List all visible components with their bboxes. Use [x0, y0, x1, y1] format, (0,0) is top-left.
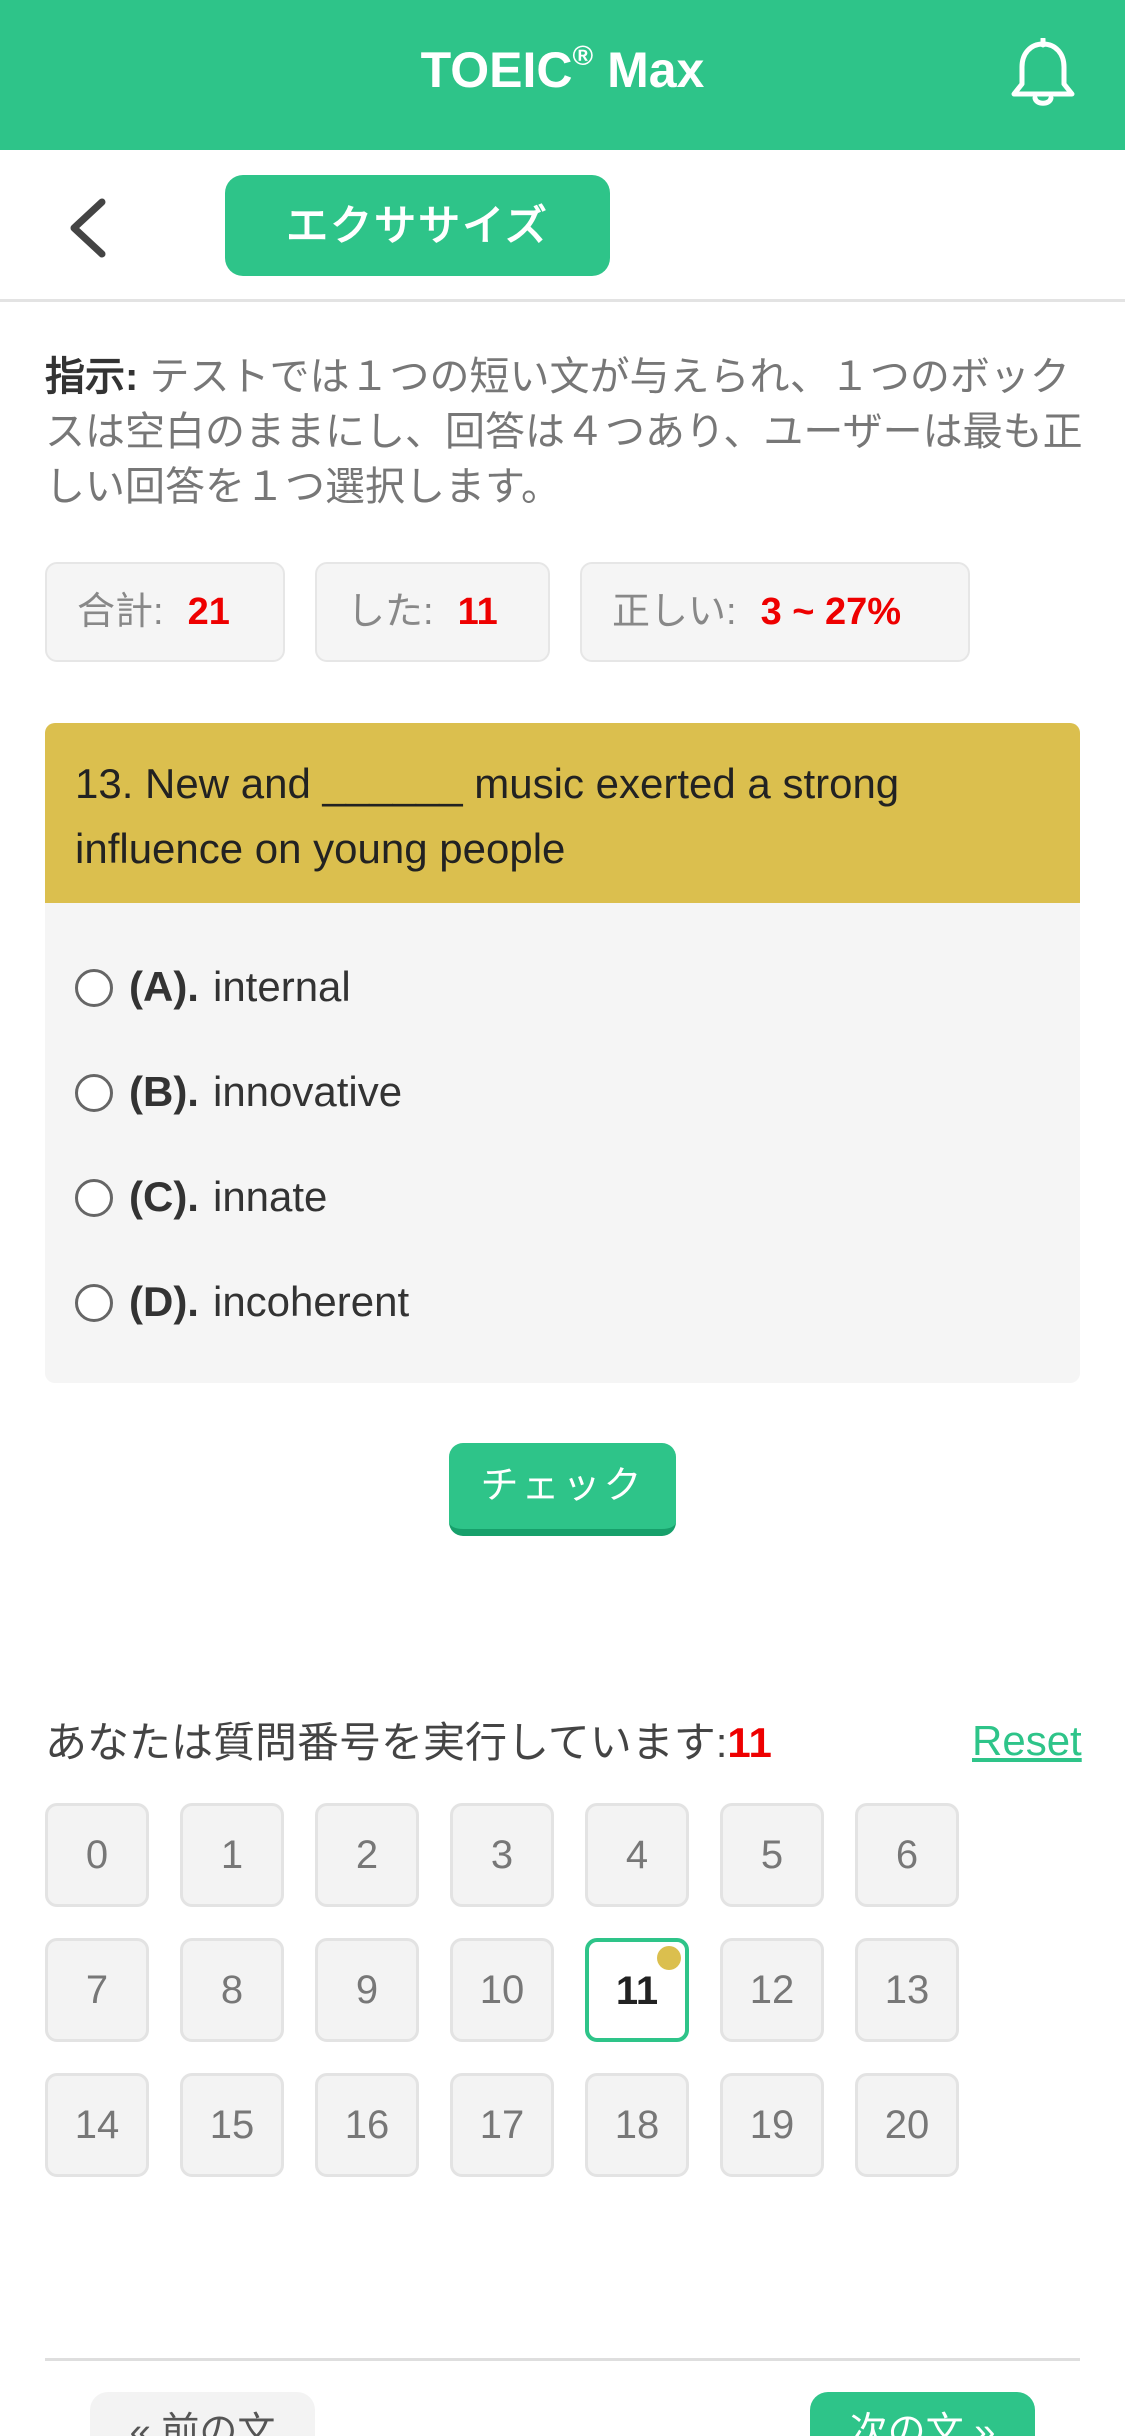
question-number-19[interactable]: 19 [720, 2073, 824, 2177]
prev-sentence-button[interactable]: « 前の文 [90, 2392, 315, 2436]
stat-done: した: 11 [315, 562, 550, 662]
radio-button[interactable] [75, 1179, 113, 1217]
question-number-6[interactable]: 6 [855, 1803, 959, 1907]
radio-button[interactable] [75, 1074, 113, 1112]
question-number-5[interactable]: 5 [720, 1803, 824, 1907]
question-number-11[interactable]: 11 [585, 1938, 689, 2042]
divider [45, 2358, 1080, 2361]
app-title: TOEIC® Max [420, 40, 705, 98]
question-number-20[interactable]: 20 [855, 2073, 959, 2177]
question-number-4[interactable]: 4 [585, 1803, 689, 1907]
stat-total: 合計: 21 [45, 562, 285, 662]
question-number-9[interactable]: 9 [315, 1938, 419, 2042]
question-number-3[interactable]: 3 [450, 1803, 554, 1907]
next-sentence-button[interactable]: 次の文 » [810, 2392, 1035, 2436]
question-number-18[interactable]: 18 [585, 2073, 689, 2177]
question-number-10[interactable]: 10 [450, 1938, 554, 2042]
radio-button[interactable] [75, 969, 113, 1007]
chevron-left-icon[interactable] [62, 196, 118, 260]
progress-text: あなたは質問番号を実行しています:11 [45, 1719, 772, 1766]
instructions: 指示: テストでは１つの短い文が与えられ、１つのボックスは空白のままにし、回答は… [45, 355, 1083, 509]
question-number-16[interactable]: 16 [315, 2073, 419, 2177]
stat-correct: 正しい: 3 ~ 27% [580, 562, 970, 662]
question-number-1[interactable]: 1 [180, 1803, 284, 1907]
question-number-2[interactable]: 2 [315, 1803, 419, 1907]
question-number-grid: 0 1 2 3 4 5 6 7 8 9 10 11 12 13 14 15 16 17 18 19 20 [45, 1803, 1085, 2183]
question-number-12[interactable]: 12 [720, 1938, 824, 2042]
status-dot [657, 1946, 681, 1970]
reset-link[interactable]: Reset [972, 1713, 1082, 1768]
check-button[interactable]: チェック [449, 1443, 676, 1536]
question-number-0[interactable]: 0 [45, 1803, 149, 1907]
bell-icon[interactable] [1008, 38, 1078, 110]
question-number-8[interactable]: 8 [180, 1938, 284, 2042]
option-c[interactable]: (C). innate [75, 1162, 975, 1232]
question-text: 13. New and ______ music exerted a stron… [45, 723, 1080, 903]
question-number-17[interactable]: 17 [450, 2073, 554, 2177]
question-number-7[interactable]: 7 [45, 1938, 149, 2042]
question-number-14[interactable]: 14 [45, 2073, 149, 2177]
toolbar: エクササイズ [0, 150, 1125, 302]
radio-button[interactable] [75, 1284, 113, 1322]
tab-exercise[interactable]: エクササイズ [225, 175, 610, 276]
option-a[interactable]: (A). internal [75, 952, 975, 1022]
app-header: TOEIC® Max [0, 0, 1125, 150]
option-d[interactable]: (D). incoherent [75, 1267, 975, 1337]
question-number-13[interactable]: 13 [855, 1938, 959, 2042]
option-b[interactable]: (B). innovative [75, 1057, 975, 1127]
question-number-15[interactable]: 15 [180, 2073, 284, 2177]
